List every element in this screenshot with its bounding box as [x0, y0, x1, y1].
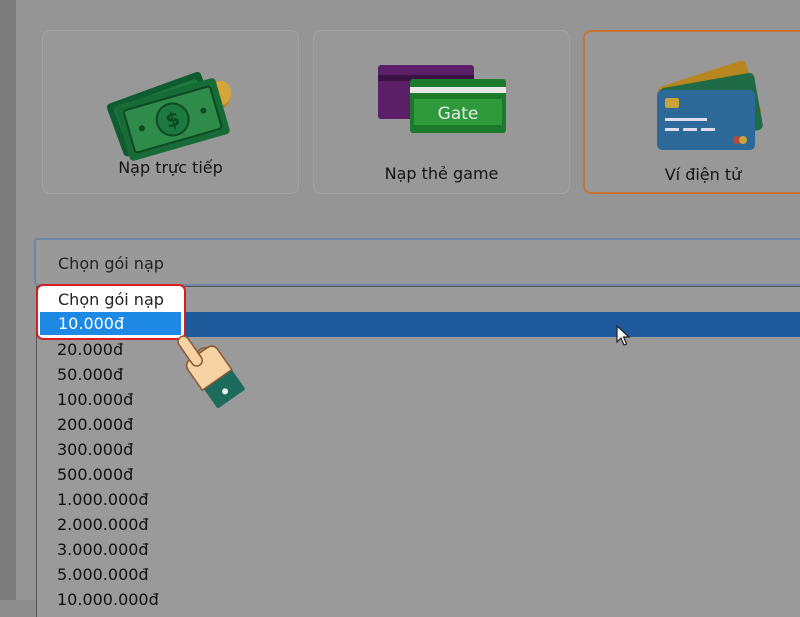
package-select[interactable]: Chọn gói nạp: [34, 238, 800, 286]
cash-icon: $: [106, 71, 231, 161]
method-label: Nạp thẻ game: [384, 164, 499, 183]
method-card-direct[interactable]: $ Nạp trực tiếp: [42, 30, 299, 194]
option-2000000[interactable]: 2.000.000đ: [37, 512, 800, 537]
option-100000[interactable]: 100.000đ: [37, 387, 800, 412]
option-500000[interactable]: 500.000đ: [37, 462, 800, 487]
method-label: Nạp trực tiếp: [118, 158, 223, 177]
select-value: Chọn gói nạp: [58, 254, 164, 273]
option-5000000[interactable]: 5.000.000đ: [37, 562, 800, 587]
credit-card-icon: [657, 60, 763, 150]
highlight-placeholder-text: Chọn gói nạp: [58, 290, 164, 309]
method-label: Ví điện tử: [664, 165, 742, 184]
gate-card-icon: Gate: [378, 65, 506, 133]
pointing-hand-icon: [177, 335, 245, 408]
page-left-edge: [0, 0, 16, 600]
option-1000000[interactable]: 1.000.000đ: [37, 487, 800, 512]
option-50000[interactable]: 50.000đ: [37, 362, 800, 387]
method-card-game-card[interactable]: Gate Nạp thẻ game: [313, 30, 570, 194]
mouse-cursor-icon: [616, 325, 631, 346]
option-20000[interactable]: 20.000đ: [37, 337, 800, 362]
option-300000[interactable]: 300.000đ: [37, 437, 800, 462]
option-3000000[interactable]: 3.000.000đ: [37, 537, 800, 562]
method-card-e-wallet[interactable]: Ví điện tử: [583, 30, 800, 194]
option-200000[interactable]: 200.000đ: [37, 412, 800, 437]
svg-text:Gate: Gate: [438, 104, 479, 124]
